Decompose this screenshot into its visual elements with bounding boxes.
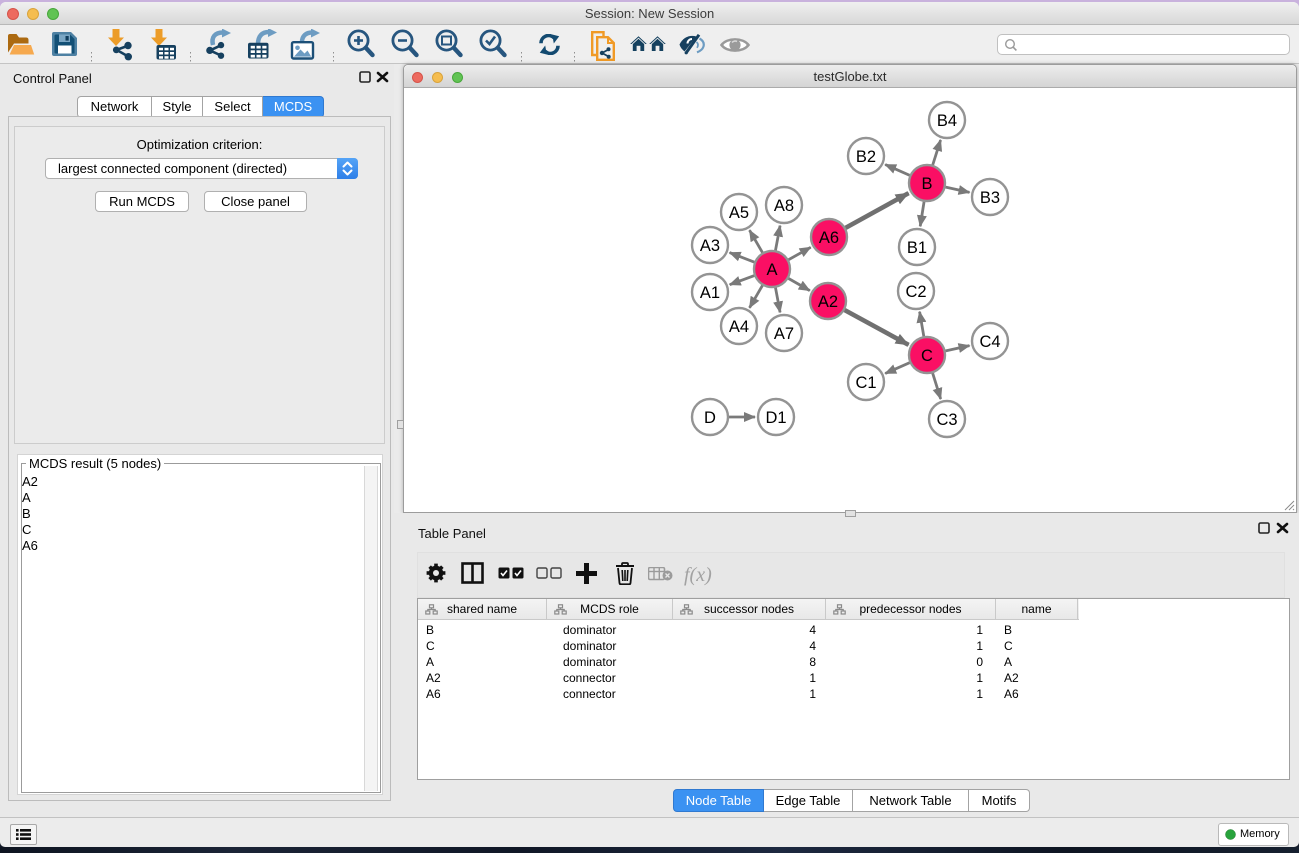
svg-text:C3: C3 — [936, 411, 957, 429]
svg-text:A6: A6 — [819, 229, 839, 247]
svg-text:C4: C4 — [979, 333, 1000, 351]
svg-text:B2: B2 — [856, 148, 876, 166]
svg-text:B: B — [921, 175, 932, 193]
svg-text:B1: B1 — [907, 239, 927, 257]
svg-text:C2: C2 — [905, 283, 926, 301]
svg-text:A8: A8 — [774, 197, 794, 215]
svg-text:A4: A4 — [729, 318, 749, 336]
svg-text:C: C — [921, 347, 933, 365]
svg-text:A2: A2 — [818, 293, 838, 311]
svg-text:B4: B4 — [937, 112, 957, 130]
svg-text:A3: A3 — [700, 237, 720, 255]
svg-text:A: A — [766, 261, 777, 279]
svg-text:C1: C1 — [855, 374, 876, 392]
svg-text:D: D — [704, 409, 716, 427]
svg-text:A5: A5 — [729, 204, 749, 222]
svg-text:B3: B3 — [980, 189, 1000, 207]
svg-text:A1: A1 — [700, 284, 720, 302]
svg-text:D1: D1 — [765, 409, 786, 427]
svg-text:A7: A7 — [774, 325, 794, 343]
